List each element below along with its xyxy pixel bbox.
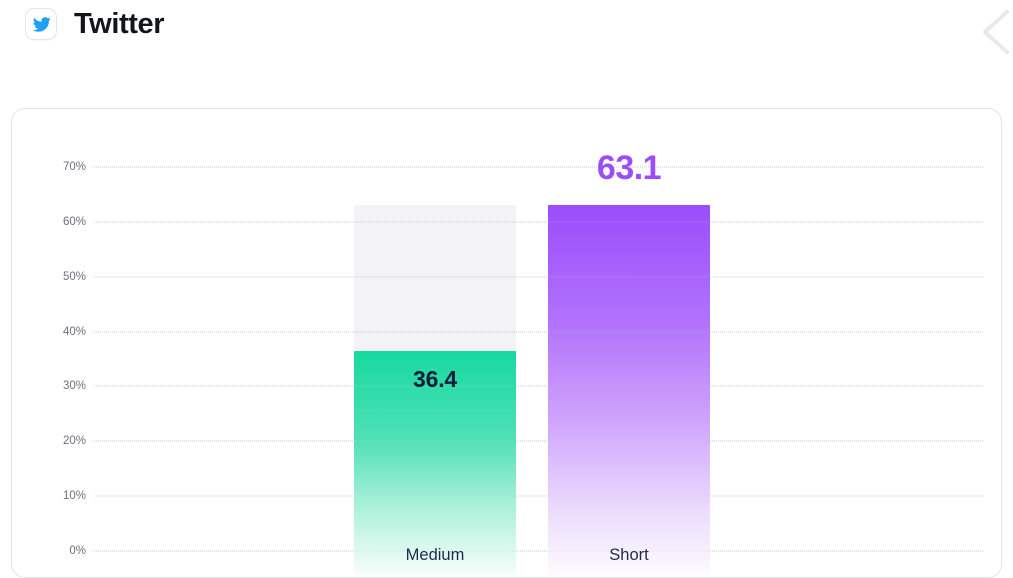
- x-axis-label-short: Short: [609, 546, 649, 564]
- brand-block: Twitter: [25, 8, 165, 40]
- y-axis-tick-label: 70%: [62, 160, 86, 173]
- page-title: Twitter: [74, 8, 165, 40]
- bar-short[interactable]: [548, 204, 710, 577]
- y-axis-tick-label: 30%: [62, 380, 86, 393]
- y-axis-tick-label: 0%: [69, 545, 86, 557]
- y-axis-tick-label: 40%: [62, 325, 86, 338]
- gridline-through-bar: [94, 440, 983, 442]
- page-root: Twitter 0% 10% 20% 30% 40% 50% 60% 70% 36.4 63.1 M…: [0, 0, 1013, 578]
- gridline-through-bar: [94, 495, 983, 497]
- y-axis-tick-label: 20%: [62, 435, 86, 448]
- x-axis-label-medium: Medium: [405, 546, 465, 564]
- gridline-through-bar: [94, 276, 983, 278]
- gridline-through-bar: [94, 385, 983, 387]
- chevron-left-icon[interactable]: [967, 2, 1013, 62]
- page-header: Twitter: [0, 0, 1013, 95]
- y-axis-tick-label: 50%: [62, 270, 86, 283]
- gridline-through-bar: [94, 550, 983, 552]
- bar-value-label-medium: 36.4: [413, 366, 457, 393]
- twitter-bird-icon: [25, 8, 57, 40]
- gridline-through-bar: [94, 221, 983, 223]
- y-axis-tick-label: 60%: [62, 215, 86, 228]
- chart-card: 0% 10% 20% 30% 40% 50% 60% 70% 36.4 63.1 Medium Sho…: [11, 108, 1002, 578]
- y-axis-tick-label: 10%: [62, 490, 86, 503]
- bar-value-label-short: 63.1: [596, 148, 662, 187]
- gridline-through-bar: [94, 166, 983, 168]
- bar-chart: 0% 10% 20% 30% 40% 50% 60% 70% 36.4 63.1 Medium Sho…: [12, 109, 1001, 577]
- gridline-through-bar: [94, 331, 983, 333]
